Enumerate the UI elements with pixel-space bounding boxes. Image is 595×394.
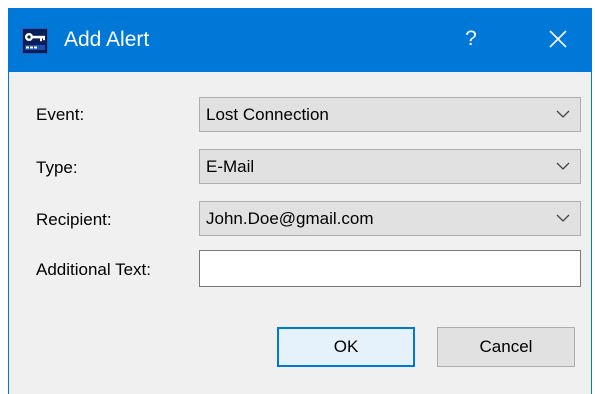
event-select-value: Lost Connection <box>206 105 329 124</box>
recipient-select-value: John.Doe@gmail.com <box>206 209 374 228</box>
additional-text-input[interactable] <box>199 250 581 287</box>
type-select[interactable]: E-Mail <box>199 149 581 184</box>
ok-button[interactable]: OK <box>277 327 415 367</box>
title-bar[interactable]: Add Alert ? <box>8 8 592 72</box>
event-label: Event: <box>36 105 85 124</box>
app-key-icon <box>22 28 48 54</box>
additional-text-label: Additional Text: <box>36 260 151 279</box>
type-label: Type: <box>36 158 78 177</box>
recipient-label: Recipient: <box>36 210 112 229</box>
add-alert-dialog: Add Alert ? Event: Lost Connection Type:… <box>8 8 592 394</box>
event-select[interactable]: Lost Connection <box>199 97 581 132</box>
chevron-down-icon <box>556 214 570 222</box>
close-button[interactable] <box>536 22 580 56</box>
chevron-down-icon <box>556 110 570 118</box>
close-icon <box>549 30 567 48</box>
chevron-down-icon <box>556 162 570 170</box>
type-select-value: E-Mail <box>206 157 255 176</box>
recipient-select[interactable]: John.Doe@gmail.com <box>199 201 581 236</box>
help-button[interactable]: ? <box>451 23 491 55</box>
dialog-title: Add Alert <box>64 28 150 51</box>
cancel-button[interactable]: Cancel <box>437 327 575 367</box>
